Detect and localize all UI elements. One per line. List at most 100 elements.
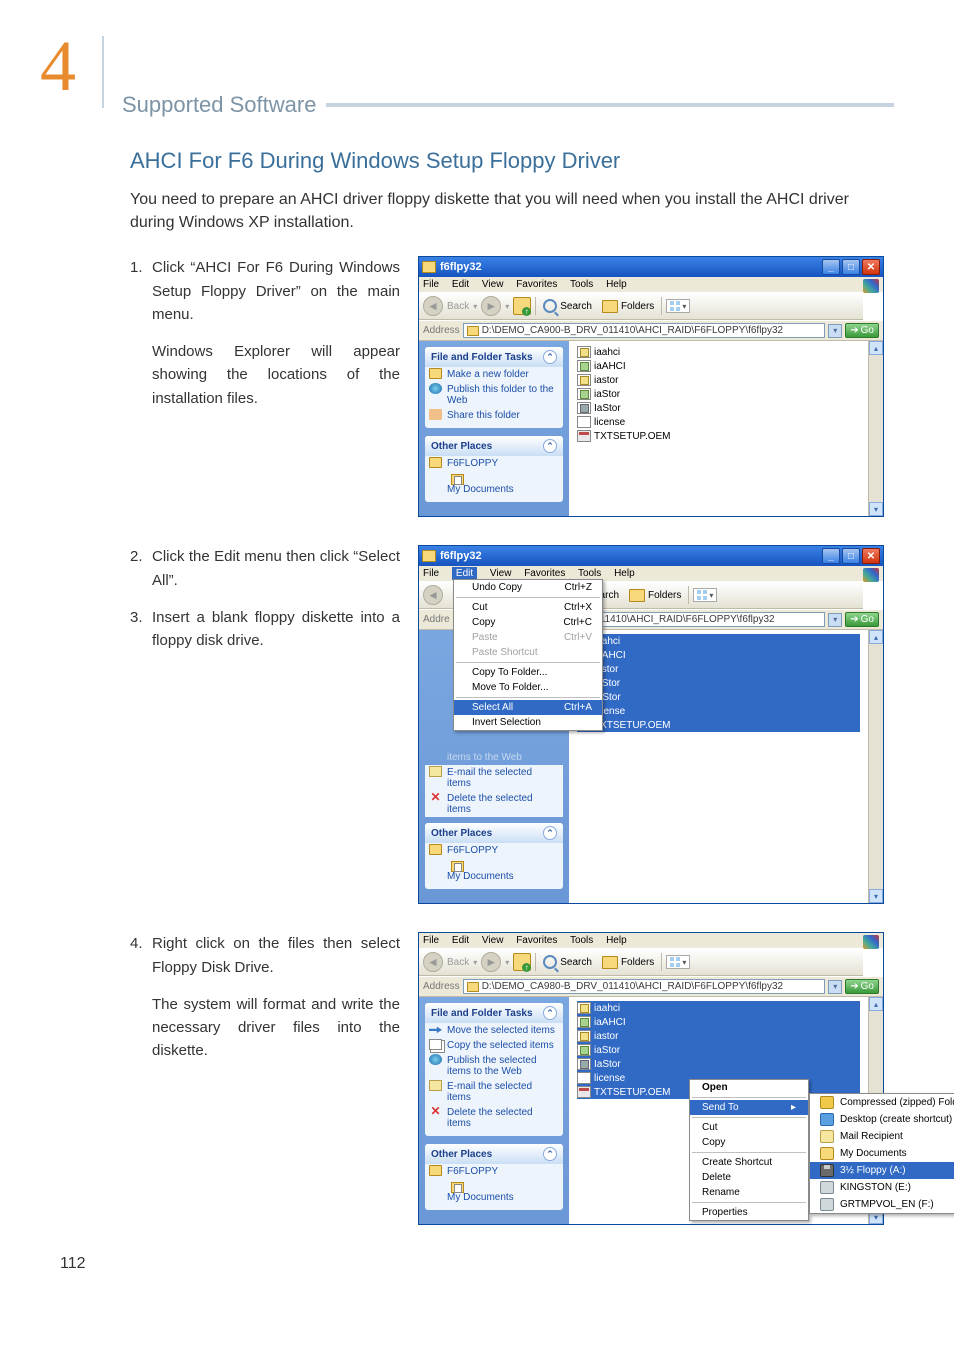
menu-edit[interactable]: Edit [452,279,469,290]
make-folder-link[interactable]: Make a new folder [425,367,563,382]
address-dropdown[interactable]: ▾ [828,613,842,627]
menu-help[interactable]: Help [606,935,627,946]
file-item[interactable]: iaAHCI [577,648,860,662]
scroll-down[interactable]: ▾ [869,889,883,903]
menu-move-to[interactable]: Move To Folder... [454,680,602,695]
scroll-down[interactable]: ▾ [869,502,883,516]
menu-cut[interactable]: CutCtrl+X [454,600,602,615]
scroll-up[interactable]: ▴ [869,997,883,1011]
sendto-mydocs[interactable]: My Documents [810,1145,954,1162]
maximize-button[interactable]: □ [842,259,860,275]
views-button[interactable] [666,299,690,313]
menu-help[interactable]: Help [614,568,635,579]
menu-favorites[interactable]: Favorites [516,935,557,946]
minimize-button[interactable]: _ [822,259,840,275]
file-item[interactable]: iaahci [577,1001,860,1015]
ctx-send-to[interactable]: Send To▸ [690,1100,808,1115]
file-item[interactable]: iaAHCI [577,359,860,373]
file-item[interactable]: iastor [577,1029,860,1043]
search-button[interactable]: Search [540,298,595,314]
menu-tools[interactable]: Tools [578,568,601,579]
menu-help[interactable]: Help [606,279,627,290]
back-button[interactable]: ◄ [423,296,443,316]
menu-view[interactable]: View [482,935,504,946]
move-items-link[interactable]: Move the selected items [425,1023,563,1038]
file-item[interactable]: iastor [577,662,860,676]
up-folder-button[interactable] [513,297,531,315]
address-field[interactable]: D:\DEMO_CA900-B_DRV_011410\AHCI_RAID\F6F… [463,323,826,338]
sendto-floppy[interactable]: 3½ Floppy (A:) [810,1162,954,1179]
scroll-up[interactable]: ▴ [869,341,883,355]
titlebar[interactable]: f6flpy32 _ □ ✕ [419,257,883,277]
menu-file[interactable]: File [423,279,439,290]
go-button[interactable]: ➔ Go [845,323,879,338]
sendto-zip[interactable]: Compressed (zipped) Folder [810,1094,954,1111]
ctx-delete[interactable]: Delete [690,1170,808,1185]
file-item[interactable]: IaStor [577,1057,860,1071]
forward-button[interactable]: ► [481,296,501,316]
menu-tools[interactable]: Tools [570,279,593,290]
publish-folder-link[interactable]: Publish this folder to the Web [425,382,563,408]
menu-file[interactable]: File [423,568,439,579]
menu-copy-to[interactable]: Copy To Folder... [454,665,602,680]
go-button[interactable]: ➔ Go [845,979,879,994]
file-item[interactable]: TXTSETUP.OEM [577,718,860,732]
file-item[interactable]: iaahci [577,634,860,648]
file-area[interactable]: iaahci iaAHCI iastor iaStor IaStor licen… [569,997,868,1224]
sendto-grtmpvol[interactable]: GRTMPVOL_EN (F:) [810,1196,954,1213]
ctx-cut[interactable]: Cut [690,1120,808,1135]
other-f6floppy[interactable]: F6FLOPPY [425,456,563,471]
back-button[interactable]: ◄ [423,952,443,972]
menu-view[interactable]: View [490,568,512,579]
file-item[interactable]: TXTSETUP.OEM [577,429,860,443]
ctx-rename[interactable]: Rename [690,1185,808,1200]
share-folder-link[interactable]: Share this folder [425,408,563,423]
folders-button[interactable]: Folders [599,955,657,970]
menu-favorites[interactable]: Favorites [524,568,565,579]
other-places-head[interactable]: Other Places⌃ [425,1144,563,1164]
file-item[interactable]: IaStor [577,401,860,415]
menu-invert-selection[interactable]: Invert Selection [454,715,602,730]
file-item[interactable]: iaahci [577,345,860,359]
delete-items-link[interactable]: ✕Delete the selected items [425,791,563,817]
other-mydocs[interactable]: My Documents [425,471,563,497]
address-dropdown[interactable]: ▾ [828,324,842,338]
email-items-link[interactable]: E-mail the selected items [425,1079,563,1105]
menu-tools[interactable]: Tools [570,935,593,946]
menu-select-all[interactable]: Select AllCtrl+A [454,700,602,715]
file-area[interactable]: iaahci iaAHCI iastor iaStor IaStor licen… [569,341,868,516]
file-item[interactable]: iastor [577,373,860,387]
file-item[interactable]: iaStor [577,676,860,690]
folders-button[interactable]: Folders [599,299,657,314]
file-item[interactable]: license [577,704,860,718]
maximize-button[interactable]: □ [842,548,860,564]
menu-edit[interactable]: Edit [452,935,469,946]
close-button[interactable]: ✕ [862,259,880,275]
panel-item-partial[interactable]: items to the Web [425,750,563,765]
menu-favorites[interactable]: Favorites [516,279,557,290]
views-button[interactable] [666,955,690,969]
views-button[interactable] [693,588,717,602]
ctx-copy[interactable]: Copy [690,1135,808,1150]
up-folder-button[interactable] [513,953,531,971]
file-item[interactable]: iaStor [577,1043,860,1057]
other-places-head[interactable]: Other Places⌃ [425,436,563,456]
tasks-panel-head[interactable]: File and Folder Tasks⌃ [425,1003,563,1023]
go-button[interactable]: ➔ Go [845,612,879,627]
titlebar[interactable]: f6flpy32 _ □ ✕ [419,546,883,566]
sendto-mail[interactable]: Mail Recipient [810,1128,954,1145]
delete-items-link[interactable]: ✕Delete the selected items [425,1105,563,1131]
ctx-create-shortcut[interactable]: Create Shortcut [690,1155,808,1170]
address-field[interactable]: 11410\AHCI_RAID\F6FLOPPY\f6flpy32 [596,612,826,627]
file-item[interactable]: iaAHCI [577,1015,860,1029]
email-items-link[interactable]: E-mail the selected items [425,765,563,791]
file-area[interactable]: iaahci iaAHCI iastor iaStor IaStor licen… [569,630,868,903]
publish-items-link[interactable]: Publish the selected items to the Web [425,1053,563,1079]
other-mydocs[interactable]: My Documents [425,858,563,884]
scrollbar[interactable]: ▴▾ [868,630,883,903]
forward-button[interactable]: ► [481,952,501,972]
menu-view[interactable]: View [482,279,504,290]
file-item[interactable]: license [577,415,860,429]
tasks-panel-head[interactable]: File and Folder Tasks⌃ [425,347,563,367]
other-f6floppy[interactable]: F6FLOPPY [425,843,563,858]
